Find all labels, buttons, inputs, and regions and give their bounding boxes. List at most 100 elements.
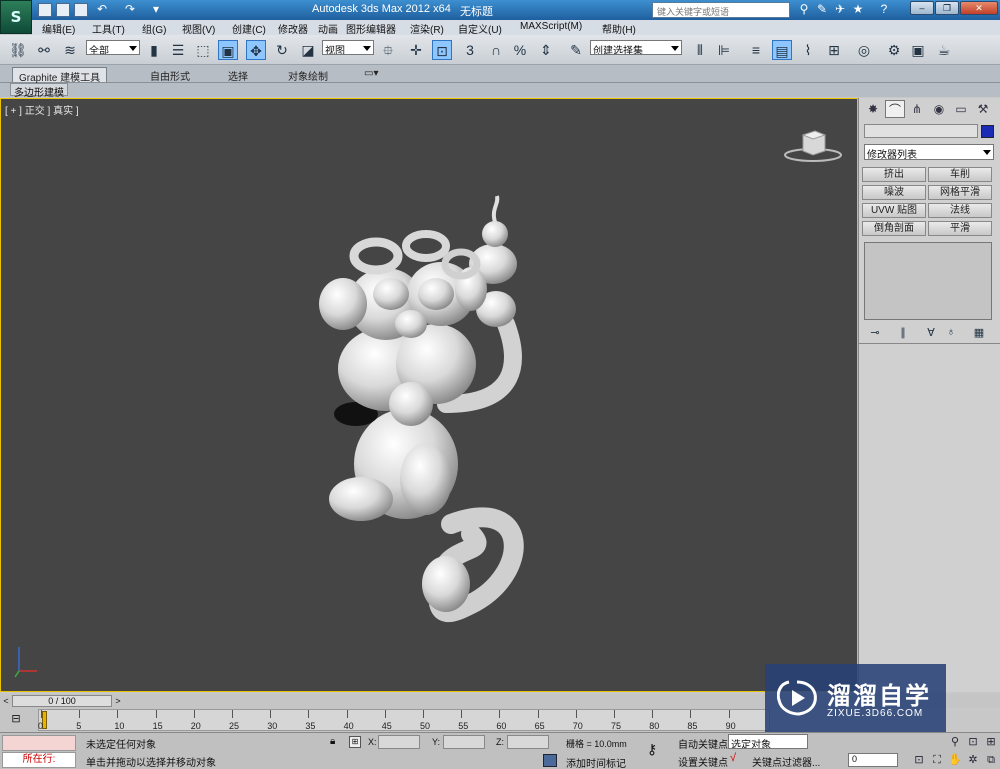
save-file-icon[interactable] bbox=[74, 3, 88, 17]
zoom-all-icon[interactable]: ⊞ bbox=[984, 735, 998, 749]
select-manipulate-icon[interactable]: ✛ bbox=[406, 40, 426, 60]
material-editor-icon[interactable]: ◎ bbox=[854, 40, 874, 60]
select-object-icon[interactable]: ▮ bbox=[144, 40, 164, 60]
undo-icon[interactable]: ↶ bbox=[94, 2, 110, 18]
subscription-icon[interactable]: ✎ bbox=[814, 2, 830, 18]
menu-edit[interactable]: 编辑(E) bbox=[42, 21, 75, 36]
zoom-extents-icon[interactable]: ⊡ bbox=[966, 735, 980, 749]
modifier-bevel-profile-button[interactable]: 倒角剖面 bbox=[862, 221, 926, 236]
create-tab-icon[interactable]: ✸ bbox=[863, 100, 883, 118]
selection-filter-dropdown[interactable]: 全部 bbox=[86, 40, 140, 55]
menu-create[interactable]: 创建(C) bbox=[232, 21, 266, 36]
snap-toggle-icon[interactable]: 3 bbox=[460, 40, 480, 60]
redo-icon[interactable]: ↷ bbox=[122, 2, 138, 18]
communication-icon[interactable]: ✈ bbox=[832, 2, 848, 18]
named-selection-dropdown[interactable]: 创建选择集 bbox=[590, 40, 682, 55]
open-file-icon[interactable] bbox=[56, 3, 70, 17]
utilities-tab-icon[interactable]: ⚒ bbox=[973, 100, 993, 118]
z-coord-field[interactable] bbox=[507, 735, 549, 749]
modifier-noise-button[interactable]: 噪波 bbox=[862, 185, 926, 200]
reference-coordinate-dropdown[interactable]: 视图 bbox=[322, 40, 374, 55]
close-button[interactable]: ✕ bbox=[960, 1, 998, 15]
pan-icon[interactable]: ✋ bbox=[948, 753, 962, 767]
schematic-view-icon[interactable]: ⊞ bbox=[824, 40, 844, 60]
object-name-field[interactable] bbox=[864, 124, 978, 138]
modifier-uvw-map-button[interactable]: UVW 贴图 bbox=[862, 203, 926, 218]
ribbon-options-icon[interactable]: ▭▾ bbox=[358, 67, 384, 82]
show-end-result-icon[interactable]: ∥ bbox=[895, 326, 911, 342]
modifier-lathe-button[interactable]: 车削 bbox=[928, 167, 992, 182]
modifier-stack[interactable] bbox=[864, 242, 992, 320]
menu-help[interactable]: 帮助(H) bbox=[602, 21, 636, 36]
current-frame-field[interactable]: 0 bbox=[848, 753, 898, 767]
make-unique-icon[interactable]: ∀ bbox=[923, 326, 939, 342]
modifier-normal-button[interactable]: 法线 bbox=[928, 203, 992, 218]
pin-stack-icon[interactable]: ⊸ bbox=[867, 326, 883, 342]
absolute-mode-icon[interactable]: ⊞ bbox=[349, 736, 361, 748]
modifier-list-dropdown[interactable]: 修改器列表 bbox=[864, 144, 994, 161]
time-config-icon[interactable]: ⊡ bbox=[912, 753, 926, 767]
display-tab-icon[interactable]: ▭ bbox=[951, 100, 971, 118]
menu-views[interactable]: 视图(V) bbox=[182, 21, 215, 36]
menu-maxscript[interactable]: MAXScript(M) bbox=[520, 21, 582, 32]
unlink-icon[interactable]: ⚯ bbox=[34, 40, 54, 60]
percent-snap-icon[interactable]: % bbox=[510, 40, 530, 60]
modifier-meshsmooth-button[interactable]: 网格平滑 bbox=[928, 185, 992, 200]
favorites-icon[interactable]: ★ bbox=[850, 2, 866, 18]
monkey-model[interactable] bbox=[301, 194, 561, 624]
perspective-viewport[interactable]: [ + ] 正交 ] 真实 ] bbox=[0, 98, 858, 692]
rendered-frame-icon[interactable]: ▣ bbox=[908, 40, 928, 60]
select-and-rotate-icon[interactable]: ↻ bbox=[272, 40, 292, 60]
keyboard-shortcut-icon[interactable]: ⊡ bbox=[432, 40, 452, 60]
menu-tools[interactable]: 工具(T) bbox=[92, 21, 125, 36]
select-and-move-icon[interactable]: ✥ bbox=[246, 40, 266, 60]
track-ruler[interactable]: 0 5 10 15 20 25 30 35 40 45 50 55 60 65 70 75 80 85 90 bbox=[38, 709, 770, 731]
mini-curve-editor-icon[interactable]: ⊟ bbox=[8, 712, 24, 726]
object-color-swatch[interactable] bbox=[981, 125, 994, 138]
menu-group[interactable]: 组(G) bbox=[142, 21, 166, 36]
add-time-tag-button[interactable]: 添加时间标记 bbox=[566, 755, 626, 769]
select-by-name-icon[interactable]: ☰ bbox=[168, 40, 188, 60]
time-slider-thumb[interactable]: 0 / 100 bbox=[12, 695, 112, 707]
key-filters-button[interactable]: 关键点过滤器... bbox=[752, 754, 820, 769]
auto-key-button[interactable]: 自动关键点 bbox=[678, 736, 728, 751]
maxscript-listener[interactable] bbox=[2, 735, 76, 751]
app-logo-button[interactable]: S bbox=[0, 0, 32, 34]
layer-manager-icon[interactable]: ≡ bbox=[746, 40, 766, 60]
curve-editor-icon[interactable]: ⌇ bbox=[798, 40, 818, 60]
maximize-viewport-icon[interactable]: ⧉ bbox=[984, 753, 998, 767]
menu-rendering[interactable]: 渲染(R) bbox=[410, 21, 444, 36]
minimize-button[interactable]: ‒ bbox=[910, 1, 934, 15]
orbit-icon[interactable]: ✲ bbox=[966, 753, 980, 767]
menu-graph-editors[interactable]: 图形编辑器 bbox=[346, 21, 396, 36]
modifier-extrude-button[interactable]: 挤出 bbox=[862, 167, 926, 182]
polygon-modeling-panel[interactable]: 多边形建模 bbox=[10, 83, 68, 99]
render-setup-icon[interactable]: ⚙ bbox=[884, 40, 904, 60]
motion-tab-icon[interactable]: ◉ bbox=[929, 100, 949, 118]
window-crossing-icon[interactable]: ▣ bbox=[218, 40, 238, 60]
menu-modifiers[interactable]: 修改器 bbox=[278, 21, 308, 36]
time-slider-prev-icon[interactable]: < bbox=[0, 695, 12, 707]
selection-set-dropdown[interactable]: 选定对象 bbox=[728, 734, 808, 749]
link-icon[interactable]: ⛓ bbox=[8, 40, 28, 60]
time-slider-next-icon[interactable]: > bbox=[112, 695, 124, 707]
zoom-icon[interactable]: ⚲ bbox=[948, 735, 962, 749]
align-icon[interactable]: ⊫ bbox=[714, 40, 734, 60]
rectangle-selection-icon[interactable]: ⬚ bbox=[193, 40, 213, 60]
menu-customize[interactable]: 自定义(U) bbox=[458, 21, 502, 36]
hierarchy-tab-icon[interactable]: ⋔ bbox=[907, 100, 927, 118]
tab-freeform[interactable]: 自由形式 bbox=[144, 67, 196, 83]
menu-animation[interactable]: 动画 bbox=[318, 21, 338, 36]
maximize-button[interactable]: ❐ bbox=[935, 1, 959, 15]
binoculars-icon[interactable]: ⚲ bbox=[796, 2, 812, 18]
modifier-smooth-button[interactable]: 平滑 bbox=[928, 221, 992, 236]
tab-selection[interactable]: 选择 bbox=[222, 67, 254, 83]
new-file-icon[interactable] bbox=[38, 3, 52, 17]
quick-access-menu-icon[interactable]: ▾ bbox=[148, 2, 164, 18]
field-of-view-icon[interactable]: ⛶ bbox=[930, 753, 944, 767]
select-and-scale-icon[interactable]: ◪ bbox=[298, 40, 318, 60]
maxscript-status[interactable]: 所在行: bbox=[2, 752, 76, 768]
configure-sets-icon[interactable]: ▦ bbox=[971, 326, 987, 342]
tab-object-paint[interactable]: 对象绘制 bbox=[282, 67, 334, 83]
help-search-input[interactable]: 键入关键字或短语 bbox=[652, 2, 790, 18]
